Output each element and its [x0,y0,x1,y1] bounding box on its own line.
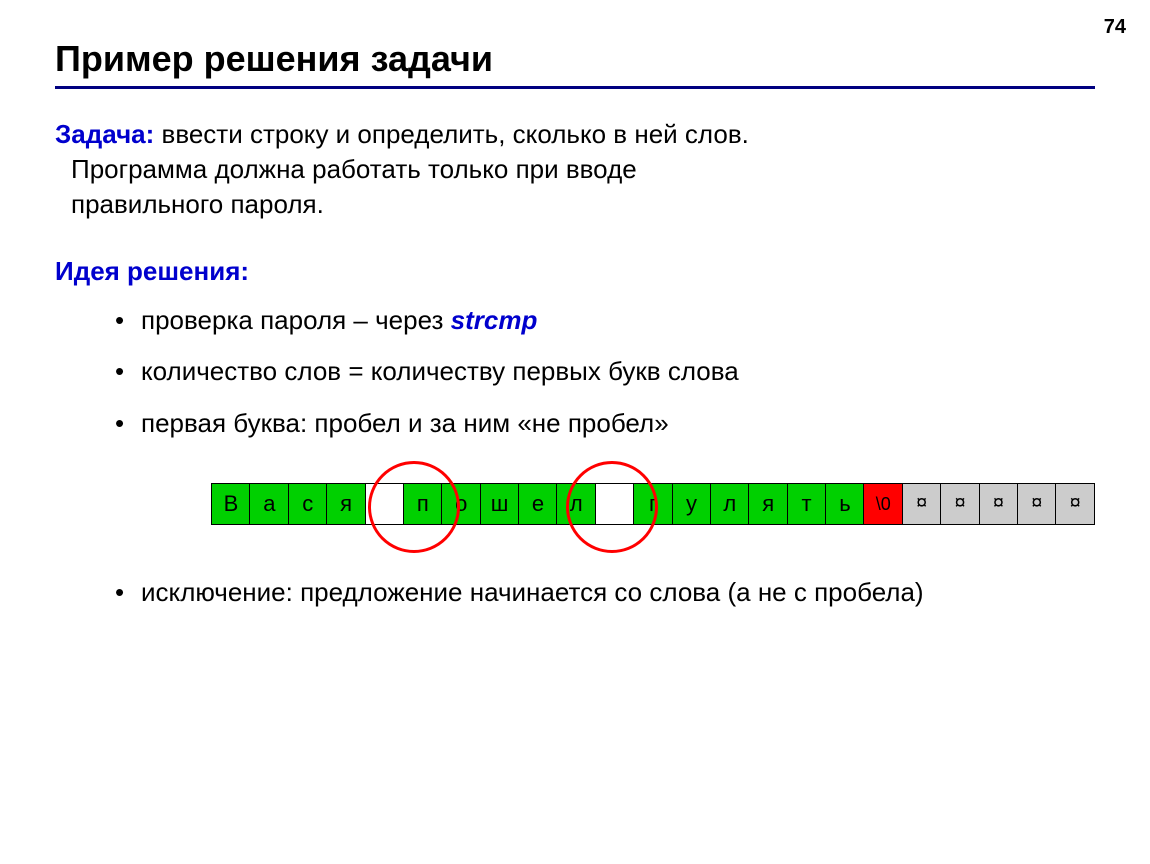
task-text-line3: правильного пароля. [71,189,324,219]
task-text-line1: ввести строку и определить, сколько в не… [154,119,749,149]
char-cell-1: а [249,483,289,525]
char-cell-20: ¤ [979,483,1019,525]
char-cell-18: ¤ [902,483,942,525]
char-strip: Васяпошелгулять\0¤¤¤¤¤ [211,483,1095,525]
title-divider [55,86,1095,89]
string-diagram: Васяпошелгулять\0¤¤¤¤¤ [211,459,1095,551]
idea-item-4-text: исключение: предложение начинается со сл… [141,577,924,607]
char-cell-14: я [748,483,788,525]
char-cell-22: ¤ [1055,483,1095,525]
char-cell-12: у [672,483,712,525]
task-block: Задача: ввести строку и определить, скол… [55,117,1095,222]
char-cell-0: В [211,483,251,525]
char-cell-8: е [518,483,558,525]
task-label: Задача: [55,119,154,149]
char-cell-10 [595,483,635,525]
char-cell-7: ш [480,483,520,525]
char-cell-6: о [441,483,481,525]
char-cell-5: п [403,483,443,525]
char-cell-4 [365,483,405,525]
idea-item-2: количество слов = количеству первых букв… [115,354,1095,389]
idea-item-1: проверка пароля – через strcmp [115,303,1095,338]
idea-item-1-prefix: проверка пароля – через [141,305,451,335]
char-cell-11: г [633,483,673,525]
char-cell-21: ¤ [1017,483,1057,525]
slide: 74 Пример решения задачи Задача: ввести … [0,0,1150,864]
char-cell-2: с [288,483,328,525]
char-cell-16: ь [825,483,865,525]
idea-item-4: исключение: предложение начинается со сл… [115,575,1095,610]
idea-item-2-text: количество слов = количеству первых букв… [141,356,739,386]
idea-item-1-keyword: strcmp [451,305,538,335]
idea-label: Идея решения: [55,254,1095,289]
page-number: 74 [1104,16,1126,39]
char-cell-17: \0 [863,483,903,525]
char-cell-3: я [326,483,366,525]
slide-title: Пример решения задачи [55,38,1095,80]
idea-item-3-text: первая буква: пробел и за ним «не пробел… [141,408,669,438]
char-cell-13: л [710,483,750,525]
char-cell-19: ¤ [940,483,980,525]
idea-item-3: первая буква: пробел и за ним «не пробел… [115,406,1095,551]
slide-body: Задача: ввести строку и определить, скол… [55,117,1095,610]
task-text-line2: Программа должна работать только при вво… [71,154,637,184]
idea-list: проверка пароля – через strcmp количеств… [55,303,1095,609]
char-cell-15: т [787,483,827,525]
char-cell-9: л [556,483,596,525]
